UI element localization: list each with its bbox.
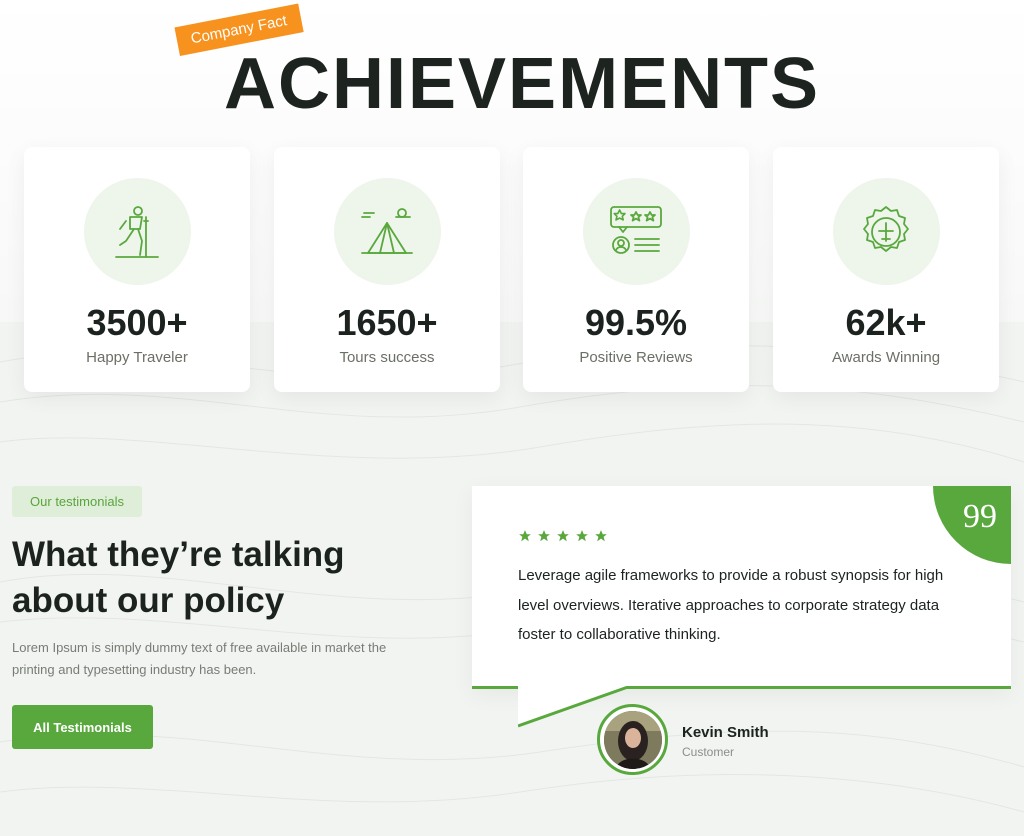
tent-icon xyxy=(333,178,441,285)
section-tag: Our testimonials xyxy=(12,486,142,517)
section-title: What they’re talking about our policy xyxy=(12,532,432,624)
stat-value: 1650+ xyxy=(336,302,438,343)
stat-card-tours: 1650+ Tours success xyxy=(274,147,500,392)
stat-value: 3500+ xyxy=(86,302,188,343)
stat-label: Happy Traveler xyxy=(86,349,188,366)
star-icon xyxy=(519,530,531,542)
star-icon xyxy=(557,530,569,542)
author-name: Kevin Smith xyxy=(682,724,769,741)
reviews-icon xyxy=(582,178,690,285)
testimonial-quote: Leverage agile frameworks to provide a r… xyxy=(518,567,944,643)
stat-card-reviews: 99.5% Positive Reviews xyxy=(523,147,749,392)
award-badge-icon xyxy=(832,178,940,285)
author-role: Customer xyxy=(682,745,735,759)
hiker-icon xyxy=(83,178,191,285)
page-title: ACHIEVEMENTS xyxy=(224,44,821,124)
star-icon xyxy=(595,530,607,542)
stat-label: Positive Reviews xyxy=(579,349,693,366)
all-testimonials-button[interactable]: All Testimonials xyxy=(12,705,153,749)
stat-label: Tours success xyxy=(339,349,435,366)
stat-card-travelers: 3500+ Happy Traveler xyxy=(24,147,250,392)
author-photo xyxy=(603,710,662,769)
stat-value: 62k+ xyxy=(845,302,927,343)
stat-label: Awards Winning xyxy=(831,349,941,366)
section-title-line2: about our policy xyxy=(12,581,285,620)
avatar[interactable] xyxy=(597,704,668,775)
rating-stars xyxy=(518,529,608,543)
quote-icon: 99 xyxy=(963,498,997,535)
star-icon xyxy=(538,530,550,542)
star-icon xyxy=(576,530,588,542)
stat-card-awards: 62k+ Awards Winning xyxy=(773,147,999,392)
section-title-line1: What they’re talking xyxy=(12,535,345,574)
section-description: Lorem Ipsum is simply dummy text of free… xyxy=(12,640,387,677)
stat-value: 99.5% xyxy=(584,302,688,343)
